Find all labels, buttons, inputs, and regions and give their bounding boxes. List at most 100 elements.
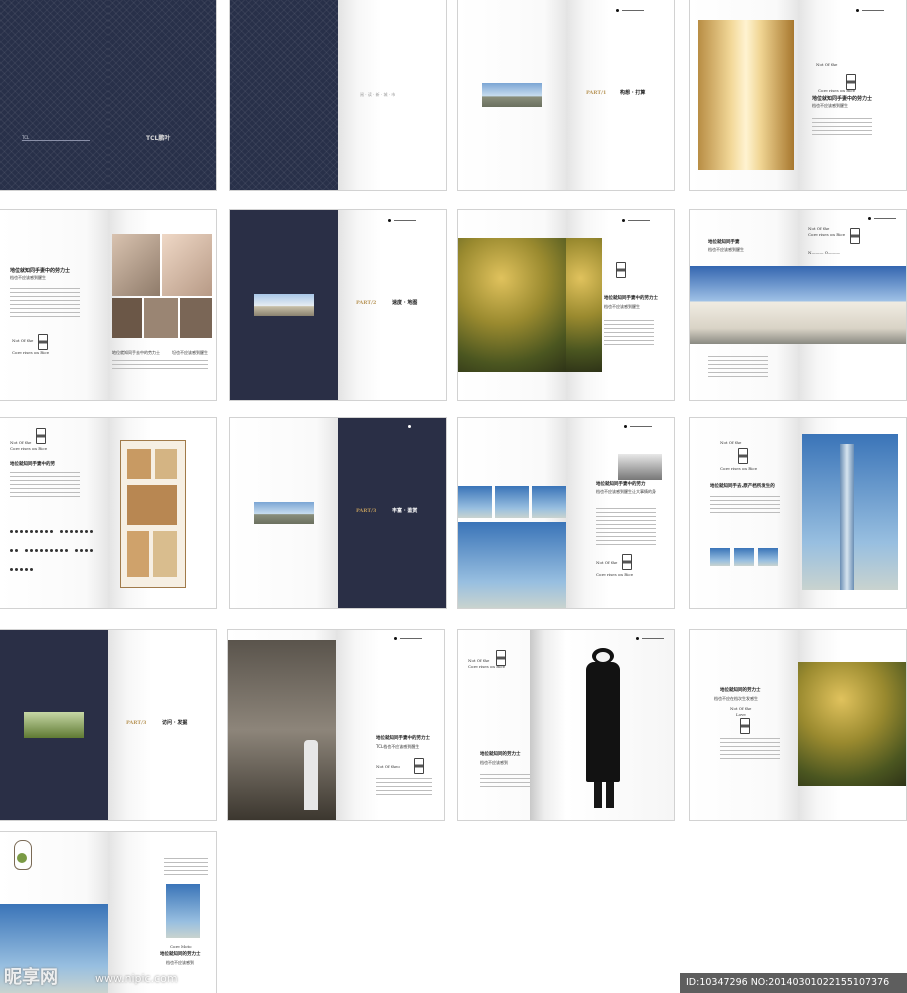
- eiffel-tower-photo: [618, 454, 662, 480]
- spread-towers[interactable]: 地位就知同手妻中的劳力 档也不应该感到醒生让大事情的身 Not Of the C…: [458, 418, 674, 608]
- part1-right-page: PART/1 构想 · 打算: [566, 0, 674, 190]
- heading-en: Not Of the: [468, 658, 490, 663]
- spread-hammock[interactable]: 地位就知同手妻中的劳力士 档也不应该感到醒生: [458, 210, 674, 400]
- model-photo: [566, 630, 674, 820]
- heading-en-sub: Core rises on Rice: [720, 466, 758, 471]
- body-text: [10, 472, 80, 500]
- heading-en: Not Of the: [10, 440, 32, 445]
- portrait-photo: [180, 298, 212, 338]
- building-photo: [482, 83, 542, 107]
- divider-text: 阅 · 读 · 新 · 城 · 市: [360, 92, 396, 97]
- floor-plan-image: [120, 440, 186, 588]
- heading-cn: 地位就知同的劳力士: [720, 688, 761, 693]
- spread-tall-tower[interactable]: Not Of the Core rises on Rice 地位就知同手去,原产…: [690, 418, 906, 608]
- palace-photo-cont: [798, 266, 906, 344]
- spread-arch[interactable]: 地位就知同手妻中的劳力士 TCL档也不应该感到醒生 Not Of theo: [228, 630, 444, 820]
- body-text: [708, 356, 768, 380]
- palace-photo: [690, 266, 798, 344]
- heading-en: Not Of the: [730, 706, 752, 711]
- part-label: PART/3: [126, 720, 147, 726]
- hourglass-icon: [414, 758, 424, 774]
- heading-en-sub: Core rises on Rice: [808, 232, 846, 237]
- logo-icon: [408, 425, 411, 428]
- body-text: [376, 778, 432, 798]
- logo-icon: [622, 219, 625, 222]
- hall-right-page: Not Of the Core rises on Rice 地位就知同手妻中的劳…: [798, 0, 906, 190]
- spread-part1[interactable]: PART/1 构想 · 打算: [458, 0, 674, 190]
- logo-bar: [874, 218, 896, 219]
- subheading-cn: 档也不应该感到醒生: [812, 103, 848, 108]
- building-photo: [254, 502, 314, 524]
- square-photo: [254, 294, 314, 316]
- heading-cn: 地位就知同手妻: [708, 240, 740, 245]
- tower-photo: [532, 486, 566, 518]
- cover-text-lines: [22, 140, 90, 144]
- photo-caption: 地位就知同手去中的劳力士: [112, 350, 160, 355]
- body-text: [604, 320, 654, 348]
- model-photo-bg: [530, 630, 566, 820]
- legend-list: [10, 518, 100, 575]
- part3-right-page: PART/3 丰富 · 鉴赏: [338, 418, 446, 608]
- body-text: [710, 496, 780, 516]
- heading-en-sub: Core rises on Rice: [10, 446, 48, 451]
- hourglass-icon: [616, 262, 626, 278]
- spread-palace[interactable]: Not Of the Core rises on Rice N——— O——— …: [690, 210, 906, 400]
- spread-hammock-2[interactable]: 地位就知同的劳力士 档也不应在档次生发感生 Not Of the Love: [690, 630, 906, 820]
- logo-icon: [616, 9, 619, 12]
- spread-divider[interactable]: 阅 · 读 · 新 · 城 · 市: [230, 0, 446, 190]
- tall-tower-left-page: Not Of the Core rises on Rice 地位就知同手去,原产…: [690, 418, 798, 608]
- heading-en-sub: Core rises on Rice: [596, 572, 634, 577]
- divider-page: 阅 · 读 · 新 · 城 · 市: [338, 0, 446, 190]
- arch-right-page: 地位就知同手妻中的劳力士 TCL档也不应该感到醒生 Not Of theo: [336, 630, 444, 820]
- part2-left-page: [230, 210, 338, 400]
- spread-hall[interactable]: Not Of the Core rises on Rice 地位就知同手妻中的劳…: [690, 0, 906, 190]
- logo-icon: [394, 637, 397, 640]
- logo-bar: [630, 426, 652, 427]
- spread-part2[interactable]: PART/2 速度 · 地图: [230, 210, 446, 400]
- arch-left-page: [228, 630, 336, 820]
- skyscraper-photo: [802, 434, 898, 590]
- hall-photo: [698, 20, 794, 170]
- coat-right-page: [566, 630, 674, 820]
- heading-en: Core Moto: [170, 944, 192, 949]
- subheading-cn: 档也不应该感到醒生: [604, 304, 640, 309]
- subheading-cn: 档也不应该感到: [480, 760, 508, 765]
- spread-part3b[interactable]: PART/3 访问 · 发掘: [0, 630, 216, 820]
- hammock-right-page: 地位就知同手妻中的劳力士 档也不应该感到醒生: [566, 210, 674, 400]
- tall-tower-right-page: [798, 418, 906, 608]
- hourglass-icon: [38, 334, 48, 350]
- subheading-cn: 档也不应在档次生发感生: [714, 696, 758, 701]
- part3-left-page: [230, 418, 338, 608]
- closing-right-page: Core Moto 地位就知同的劳力士 档也不应该感到: [108, 832, 216, 993]
- floorplan-right-page: [108, 418, 216, 608]
- heading-cn: 地位就知同手妻中的劳力士: [812, 96, 873, 102]
- part2-right-page: PART/2 速度 · 地图: [338, 210, 446, 400]
- subheading-cn: 档也不应该感到醒生: [708, 247, 744, 252]
- part-title: 构想 · 打算: [620, 90, 646, 96]
- hourglass-icon: [740, 718, 750, 734]
- spread-floorplan[interactable]: Not Of the Core rises on Rice 地位就知同手妻中的劳: [0, 418, 216, 608]
- arch-photo: [228, 640, 336, 820]
- spread-part3[interactable]: PART/3 丰富 · 鉴赏: [230, 418, 446, 608]
- spread-cover[interactable]: TCL TCL鹏叶: [0, 0, 216, 190]
- spread-faces[interactable]: 地位就知同手妻中的劳力士 档也不应该感到醒生 Not Of the Core r…: [0, 210, 216, 400]
- hammock-photo: [798, 662, 906, 786]
- heading-cn: 地位就知同手妻中的劳力士: [604, 296, 658, 301]
- heading-en: Not Of the: [720, 440, 742, 445]
- heading-cn: 地位就知同手妻中的劳力士: [10, 268, 71, 274]
- logo-icon: [636, 637, 639, 640]
- spread-closing[interactable]: Core Moto 地位就知同的劳力士 档也不应该感到 昵享网 www.nipi…: [0, 832, 216, 993]
- part1-left-page: [458, 0, 566, 190]
- hammock2-left-page: 地位就知同的劳力士 档也不应在档次生发感生 Not Of the Love: [690, 630, 798, 820]
- watermark-url: www.nipic.com: [95, 972, 178, 985]
- heading-cn: 地位就知同的劳力士: [480, 752, 521, 757]
- heading-en-sub: Core rises on Rice: [468, 664, 506, 669]
- floorplan-left-page: Not Of the Core rises on Rice 地位就知同手妻中的劳: [0, 418, 108, 608]
- heading-en-initials: N——— O———: [808, 250, 841, 255]
- part3b-left-page: [0, 630, 108, 820]
- logo-bar: [642, 638, 664, 639]
- subheading-cn: 档也不应该感到醒生: [10, 275, 46, 280]
- heading-cn: 地位就知同手妻中的劳: [10, 462, 55, 467]
- logo-icon: [388, 219, 391, 222]
- spread-coat[interactable]: Not Of the Core rises on Rice 地位就知同的劳力士 …: [458, 630, 674, 820]
